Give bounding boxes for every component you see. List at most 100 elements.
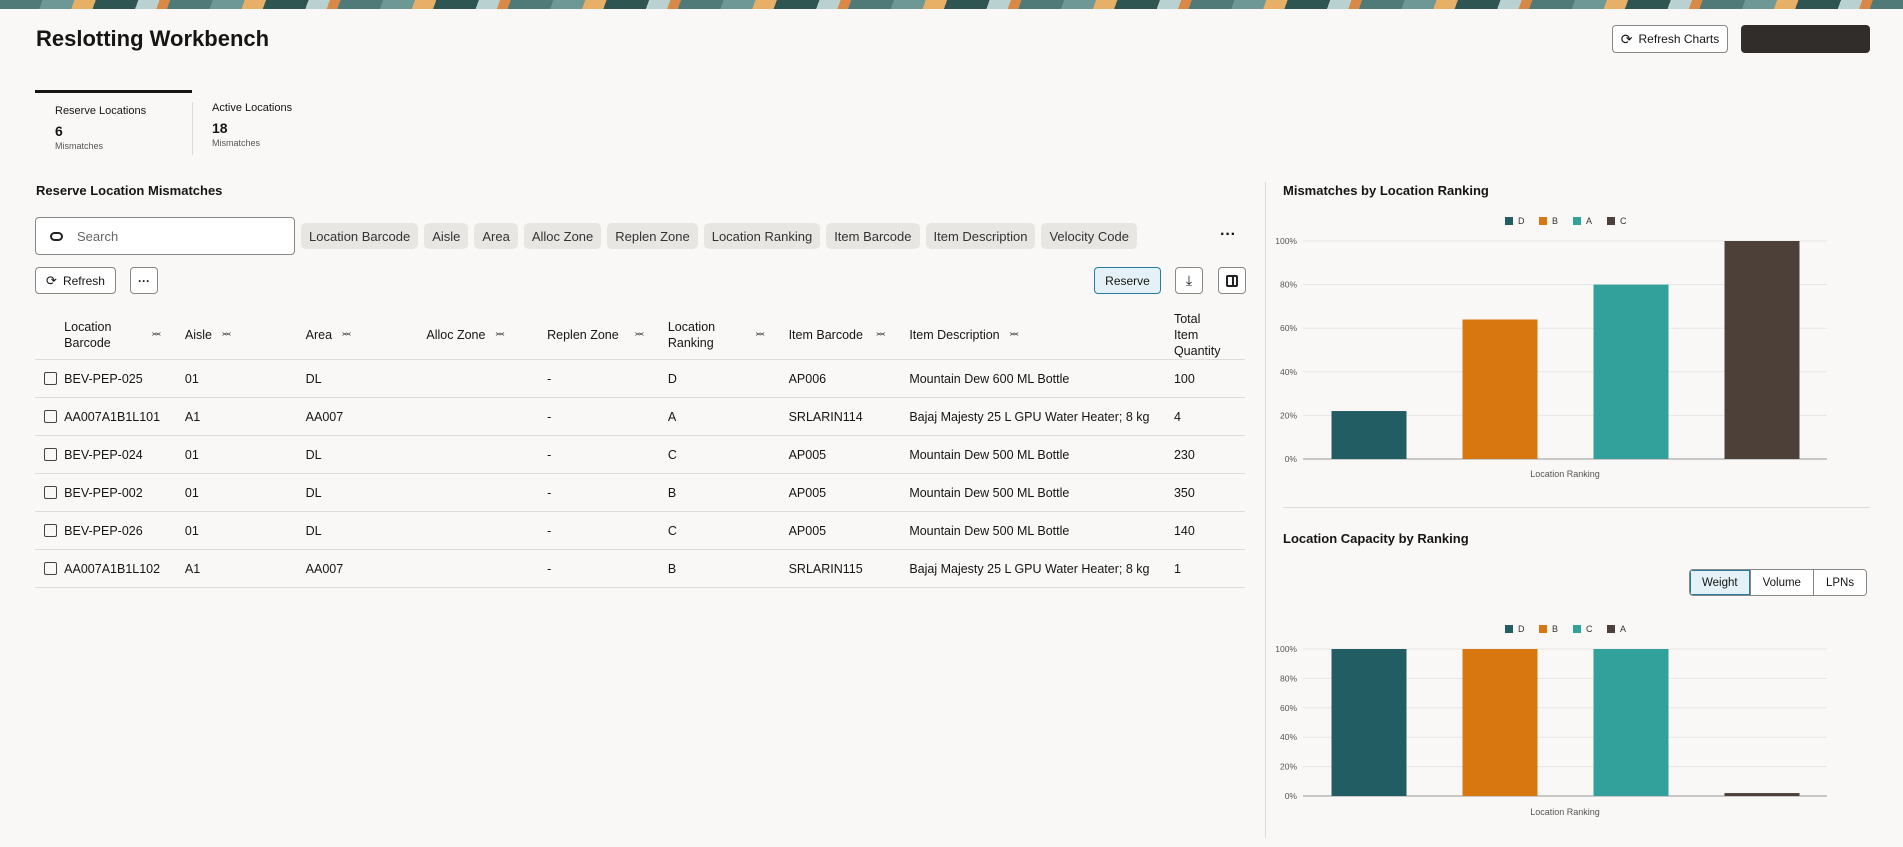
row-checkbox[interactable] <box>44 486 57 499</box>
sort-icon[interactable]: ︿ ﹀ <box>342 328 351 342</box>
table-cell: BEV-PEP-026 <box>64 511 185 550</box>
refresh-charts-button[interactable]: ⟳ Refresh Charts <box>1612 25 1728 53</box>
column-header[interactable]: Area ︿ ﹀ <box>305 311 427 360</box>
refresh-icon: ⟳ <box>1620 30 1633 47</box>
tab-active-locations[interactable]: Active Locations 18 Mismatches <box>192 90 342 155</box>
column-header[interactable]: Replen Zone ︿ ﹀ <box>547 311 668 360</box>
table-row[interactable]: BEV-PEP-025 01 DL - D AP006 Mountain Dew 600 M… <box>35 359 1245 398</box>
search-input[interactable]: Search <box>35 217 295 255</box>
legend-label: D <box>1518 216 1525 226</box>
table-cell: 01 <box>184 473 306 512</box>
column-header[interactable]: Location Ranking ︿ ﹀ <box>667 311 789 360</box>
legend-swatch <box>1607 625 1615 633</box>
table-cell: Mountain Dew 500 ML Bottle <box>909 511 1174 550</box>
row-checkbox[interactable] <box>44 562 57 575</box>
column-label: Aisle <box>184 328 212 342</box>
filter-chip[interactable]: Area <box>474 223 518 249</box>
bar-C <box>1724 241 1800 459</box>
table-cell: 140 <box>1173 511 1245 550</box>
filter-chip[interactable]: Velocity Code <box>1041 223 1137 249</box>
filter-chip[interactable]: Item Barcode <box>826 223 920 249</box>
sort-icon[interactable]: ︿ ﹀ <box>756 328 765 342</box>
bar-B <box>1462 319 1538 459</box>
column-label: Total Item Quantity <box>1173 312 1221 358</box>
table-cell: BEV-PEP-024 <box>64 435 185 474</box>
table-cell: 4 <box>1173 397 1245 436</box>
refresh-icon: ⟳ <box>46 272 57 288</box>
table-cell: D <box>667 359 789 398</box>
filter-chip[interactable]: Item Description <box>925 223 1036 249</box>
column-label: Location Barcode <box>64 320 112 350</box>
table-row[interactable]: AA007A1B1L102 A1 AA007 - B SRLARIN115 Bajaj Ma… <box>35 549 1245 588</box>
y-tick-label: 60% <box>1280 323 1297 333</box>
column-header[interactable]: Item Barcode ︿ ﹀ <box>788 311 910 360</box>
table-cell: B <box>667 473 789 512</box>
filter-chip[interactable]: Replen Zone <box>607 223 698 249</box>
row-checkbox[interactable] <box>44 410 57 423</box>
tab-reserve-locations[interactable]: Reserve Locations 6 Mismatches <box>35 90 192 155</box>
table-cell: - <box>547 511 668 550</box>
mismatch-chart: 0% 20% 40% 60% 80% 100% D B A C Location Ranking <box>1275 216 1827 479</box>
reserve-button[interactable]: Reserve <box>1094 267 1161 294</box>
table-cell: - <box>547 397 668 436</box>
table-cell: AP005 <box>788 473 910 512</box>
column-label: Alloc Zone <box>426 328 486 342</box>
more-filters-icon[interactable]: ··· <box>1220 226 1236 244</box>
sort-icon[interactable]: ︿ ﹀ <box>222 328 231 342</box>
filter-chip[interactable]: Location Barcode <box>301 223 419 249</box>
more-actions-button[interactable]: ··· <box>130 267 158 294</box>
y-tick-label: 40% <box>1280 732 1297 742</box>
table-cell: 01 <box>184 511 306 550</box>
sort-icon[interactable]: ︿ ﹀ <box>876 328 885 342</box>
column-header[interactable]: Location Barcode ︿ ﹀ <box>64 311 185 360</box>
download-icon[interactable]: ⤓ <box>1175 267 1203 294</box>
table-row[interactable]: BEV-PEP-002 01 DL - B AP005 Mountain Dew 500 M… <box>35 473 1245 512</box>
select-cell <box>35 473 65 512</box>
toggle-weight[interactable]: Weight <box>1690 570 1750 595</box>
table-cell: Bajaj Majesty 25 L GPU Water Heater; 8 k… <box>909 549 1174 588</box>
filter-chip[interactable]: Alloc Zone <box>523 223 602 249</box>
select-cell <box>35 511 65 550</box>
sort-icon[interactable]: ︿ ﹀ <box>495 328 504 342</box>
column-header[interactable]: Alloc Zone ︿ ﹀ <box>426 311 548 360</box>
row-checkbox[interactable] <box>44 372 57 385</box>
legend-swatch <box>1607 217 1615 225</box>
y-tick-label: 60% <box>1280 703 1297 713</box>
user-menu-button[interactable] <box>1741 25 1870 53</box>
table-cell: A <box>667 397 789 436</box>
tab-sub: Mismatches <box>212 138 261 148</box>
x-axis-label: Location Ranking <box>1530 807 1600 817</box>
table-cell: BEV-PEP-002 <box>64 473 185 512</box>
legend-label: C <box>1586 624 1593 634</box>
columns-icon[interactable] <box>1218 267 1246 294</box>
table-cell <box>426 511 548 550</box>
sort-icon[interactable]: ︿ ﹀ <box>152 328 161 342</box>
table-row[interactable]: AA007A1B1L101 A1 AA007 - A SRLARIN114 Bajaj Ma… <box>35 397 1245 436</box>
row-checkbox[interactable] <box>44 524 57 537</box>
sort-icon[interactable]: ︿ ﹀ <box>1010 328 1019 342</box>
table-cell: Mountain Dew 600 ML Bottle <box>909 359 1174 398</box>
table-row[interactable]: BEV-PEP-026 01 DL - C AP005 Mountain Dew 500 M… <box>35 511 1245 550</box>
table-cell: A1 <box>184 549 306 588</box>
select-header <box>35 311 65 360</box>
legend-label: A <box>1620 624 1626 634</box>
toggle-lpns[interactable]: LPNs <box>1812 570 1867 595</box>
table-cell: AA007A1B1L101 <box>64 397 185 436</box>
column-header[interactable]: Total Item Quantity <box>1173 311 1245 360</box>
chart-title: Location Capacity by Ranking <box>1283 531 1469 546</box>
table-cell: BEV-PEP-025 <box>64 359 185 398</box>
row-checkbox[interactable] <box>44 448 57 461</box>
refresh-button[interactable]: ⟳ Refresh <box>35 267 116 294</box>
column-label: Item Description <box>909 328 1000 342</box>
table-row[interactable]: BEV-PEP-024 01 DL - C AP005 Mountain Dew 500 M… <box>35 435 1245 474</box>
filter-chip[interactable]: Aisle <box>424 223 469 249</box>
page-title: Reslotting Workbench <box>36 26 270 51</box>
sort-icon[interactable]: ︿ ﹀ <box>635 328 644 342</box>
column-header[interactable]: Aisle ︿ ﹀ <box>184 311 306 360</box>
select-cell <box>35 359 65 398</box>
column-header[interactable]: Item Description ︿ ﹀ <box>909 311 1174 360</box>
search-icon <box>50 231 63 241</box>
toggle-volume[interactable]: Volume <box>1749 570 1813 595</box>
filter-chip[interactable]: Location Ranking <box>703 223 821 249</box>
table-cell: 01 <box>184 435 306 474</box>
